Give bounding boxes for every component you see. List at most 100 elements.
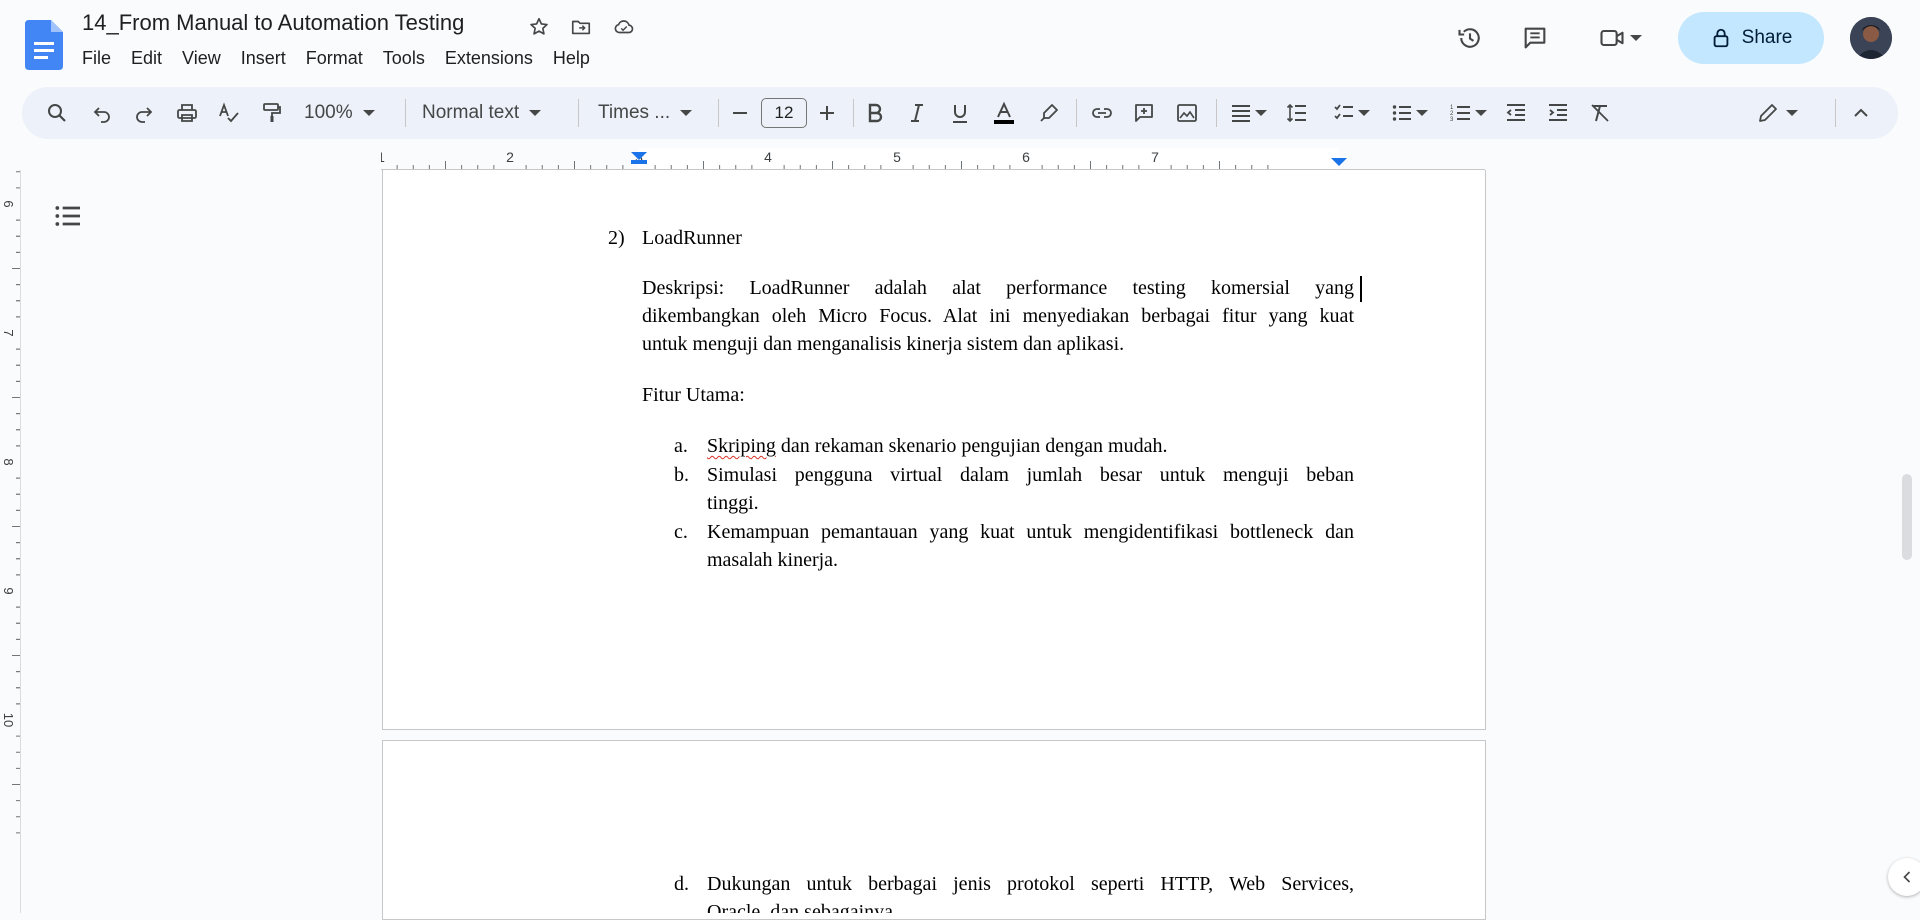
increase-font-size-button[interactable] [815,99,839,127]
chevron-down-icon [680,110,693,116]
editing-mode-button[interactable] [1752,99,1802,127]
spellcheck-icon [219,102,239,123]
ruler-label: 7 [1,329,16,336]
list-item-line: Oracle, dan sebagainya. [707,901,899,913]
features-heading: Fitur Utama: [642,384,745,406]
insert-link-button[interactable] [1089,99,1115,127]
line-spacing-button[interactable] [1284,99,1310,127]
paragraph-line: dikembangkan oleh Micro Focus. Alat ini … [642,305,1354,327]
undo-icon [93,107,110,123]
menu-edit[interactable]: Edit [121,46,172,72]
bulleted-list-icon [1392,105,1411,121]
meet-icon [1600,29,1624,47]
line-spacing-icon [1286,103,1306,123]
insert-image-button[interactable] [1174,99,1200,127]
avatar[interactable] [1850,17,1892,59]
zoom-value: 100% [304,102,353,123]
menu-tools[interactable]: Tools [373,46,435,72]
menu-format[interactable]: Format [296,46,373,72]
search-menus-button[interactable] [44,99,70,127]
menu-help[interactable]: Help [543,46,600,72]
document-outline-button[interactable] [52,200,84,232]
paint-format-button[interactable] [259,99,285,127]
comments-button[interactable] [1515,18,1555,58]
spelling-check-button[interactable] [216,99,242,127]
list-marker: c. [674,521,688,543]
list-item: Dukungan untuk berbagai jenis protokol s… [707,870,1354,913]
paint-format-icon [263,103,281,122]
numbered-list-button[interactable]: 123 [1446,99,1490,127]
history-icon [1458,28,1480,48]
add-comment-button[interactable] [1131,99,1157,127]
star-icon[interactable] [526,14,552,40]
increase-indent-button[interactable] [1545,99,1571,127]
vertical-scrollbar-thumb[interactable] [1902,474,1912,560]
text-color-button[interactable] [989,99,1019,127]
move-folder-icon[interactable] [568,14,594,40]
menu-view[interactable]: View [172,46,231,72]
left-indent-marker [631,160,647,164]
chevron-down-icon [1255,110,1267,116]
share-button[interactable]: Share [1678,12,1824,64]
numbered-list-icon: 123 [1450,105,1470,123]
align-button[interactable] [1227,99,1269,127]
section-heading: LoadRunner [642,227,742,249]
menu-extensions[interactable]: Extensions [435,46,543,72]
show-side-panel-button[interactable] [1888,858,1920,896]
zoom-select[interactable]: 100% [304,99,386,127]
image-icon [1177,104,1197,122]
paragraph-style-select[interactable]: Normal text [422,99,562,127]
chevron-down-icon [529,110,542,116]
ruler-label: 6 [1,200,16,207]
svg-text:3: 3 [1450,117,1454,123]
version-history-button[interactable] [1450,18,1490,58]
description-paragraph: Deskripsi: LoadRunner adalah alat perfor… [642,274,1354,358]
decrease-font-size-button[interactable] [728,99,752,127]
misspelled-word[interactable]: Skriping [707,435,776,457]
font-family-select[interactable]: Times ... [598,99,702,127]
highlight-color-button[interactable] [1036,99,1062,127]
chevron-down-icon [1475,110,1487,116]
menu-insert[interactable]: Insert [231,46,296,72]
list-item-line: Kemampuan pemantauan yang kuat untuk men… [707,521,1354,543]
document-title[interactable]: 14_From Manual to Automation Testing [82,10,464,36]
add-comment-icon [1135,104,1153,122]
list-marker: 2) [608,227,625,249]
decrease-indent-button[interactable] [1503,99,1529,127]
bold-button[interactable] [862,99,888,127]
pencil-icon [1759,104,1777,122]
redo-icon [136,107,153,123]
vertical-ruler[interactable]: 6 7 8 9 10 [0,170,20,913]
search-icon [48,104,66,122]
print-button[interactable] [174,99,200,127]
bulleted-list-button[interactable] [1387,99,1431,127]
align-justify-icon [1232,105,1250,122]
text-color-icon [994,101,1014,124]
undo-button[interactable] [89,99,115,127]
font-size-input[interactable]: 12 [761,98,807,128]
menu-file[interactable]: File [72,46,121,72]
list-item-line: Dukungan untuk berbagai jenis protokol s… [707,873,1354,895]
underline-button[interactable] [947,99,973,127]
docs-logo-icon[interactable] [25,20,63,70]
checklist-icon [1334,104,1353,120]
meet-button[interactable] [1590,18,1650,58]
italic-button[interactable] [904,99,930,127]
redo-button[interactable] [131,99,157,127]
list-item: Simulasi pengguna virtual dalam jumlah b… [707,461,1354,517]
hide-menus-button[interactable] [1848,99,1874,127]
cloud-status-icon[interactable] [611,14,637,40]
clear-formatting-button[interactable] [1587,99,1613,127]
chevron-down-icon [1358,110,1370,116]
italic-icon [911,104,923,122]
horizontal-ruler[interactable]: 1234567 [381,148,1485,170]
bold-icon [868,103,883,123]
text-cursor [1360,276,1362,302]
ruler-label: 7 [1151,149,1159,165]
ruler-label: 6 [1022,149,1030,165]
share-label: Share [1741,27,1793,48]
chevron-up-icon [1854,108,1868,117]
clear-formatting-icon [1591,104,1609,122]
font-family-value: Times ... [598,102,671,123]
checklist-button[interactable] [1329,99,1373,127]
